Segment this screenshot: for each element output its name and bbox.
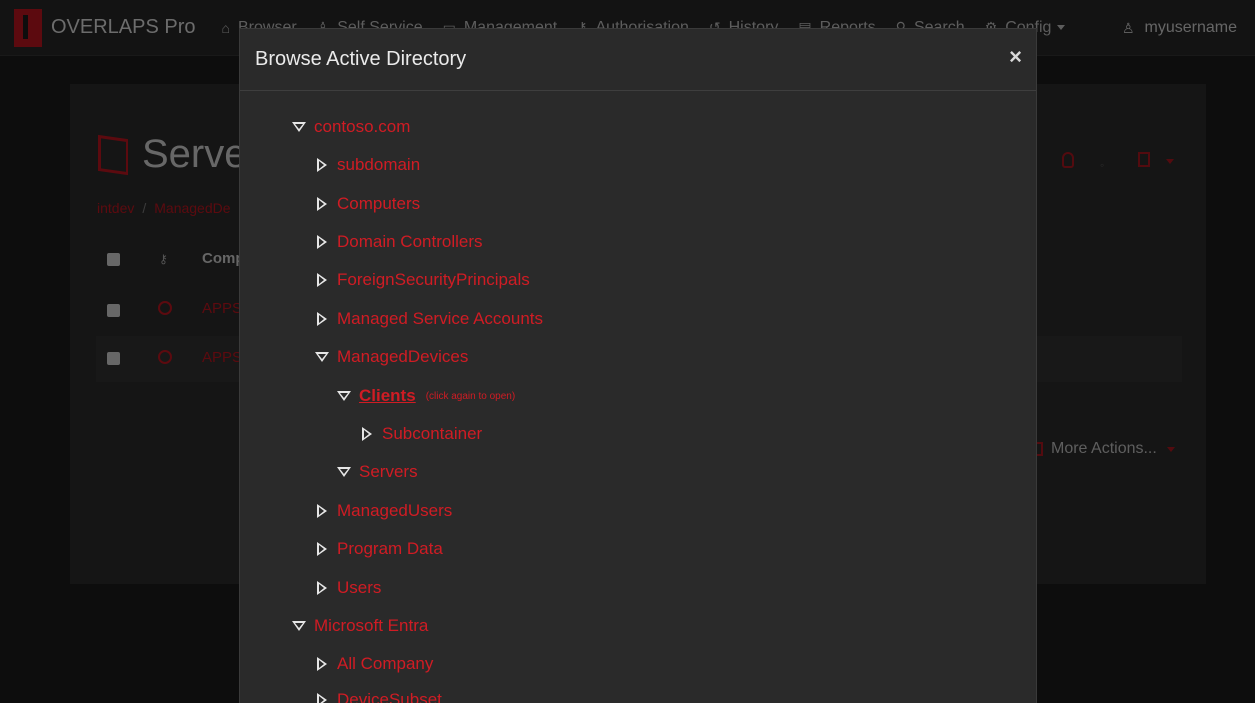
tree-node-label[interactable]: subdomain [337, 155, 420, 175]
caret-right-icon [317, 693, 327, 703]
caret-down-icon [292, 122, 306, 132]
tree-node-label[interactable]: DeviceSubset [337, 690, 442, 703]
tree-node-contoso[interactable]: contoso.com [292, 115, 410, 139]
tree-node-label[interactable]: Managed Service Accounts [337, 309, 543, 329]
caret-right-icon [317, 657, 327, 671]
tree-node-label[interactable]: contoso.com [314, 117, 410, 137]
caret-right-icon [317, 197, 327, 211]
caret-right-icon [317, 312, 327, 326]
tree-node-label[interactable]: ForeignSecurityPrincipals [337, 270, 530, 290]
expand-toggle-icon[interactable] [315, 197, 329, 211]
tree-node-foreign-security-principals[interactable]: ForeignSecurityPrincipals [315, 268, 530, 292]
tree-node-subcontainer[interactable]: Subcontainer [360, 422, 482, 446]
expand-toggle-icon[interactable] [315, 235, 329, 249]
caret-right-icon [317, 235, 327, 249]
expand-toggle-icon[interactable] [315, 657, 329, 671]
tree-node-servers[interactable]: Servers [337, 460, 418, 484]
expand-toggle-icon[interactable] [337, 465, 351, 479]
tree-node-label[interactable]: Computers [337, 194, 420, 214]
tree-node-managed-users[interactable]: ManagedUsers [315, 499, 452, 523]
caret-right-icon [317, 158, 327, 172]
tree-node-clients[interactable]: Clients (click again to open) [337, 384, 515, 408]
tree-node-label[interactable]: Microsoft Entra [314, 616, 428, 636]
expand-toggle-icon[interactable] [315, 504, 329, 518]
tree-node-managed-devices[interactable]: ManagedDevices [315, 345, 468, 369]
expand-toggle-icon[interactable] [292, 120, 306, 134]
tree-node-label[interactable]: ManagedUsers [337, 501, 452, 521]
expand-toggle-icon[interactable] [315, 542, 329, 556]
tree-node-label[interactable]: Users [337, 578, 381, 598]
tree-node-label-selected[interactable]: Clients [359, 386, 416, 406]
caret-down-icon [315, 352, 329, 362]
expand-toggle-icon[interactable] [337, 389, 351, 403]
tree-node-program-data[interactable]: Program Data [315, 537, 443, 561]
expand-toggle-icon[interactable] [315, 312, 329, 326]
tree-node-label[interactable]: Domain Controllers [337, 232, 483, 252]
tree-node-label[interactable]: Subcontainer [382, 424, 482, 444]
expand-toggle-icon[interactable] [315, 581, 329, 595]
tree-node-label[interactable]: All Company [337, 654, 433, 674]
caret-down-icon [292, 621, 306, 631]
selected-hint: (click again to open) [425, 390, 516, 402]
modal-header: Browse Active Directory × [240, 29, 1036, 91]
caret-down-icon [337, 467, 351, 477]
tree-node-computers[interactable]: Computers [315, 192, 420, 216]
caret-down-icon [337, 391, 351, 401]
tree-node-all-company[interactable]: All Company [315, 652, 433, 676]
tree-node-domain-controllers[interactable]: Domain Controllers [315, 230, 483, 254]
tree-node-microsoft-entra[interactable]: Microsoft Entra [292, 614, 428, 638]
expand-toggle-icon[interactable] [315, 158, 329, 172]
close-icon[interactable]: × [1009, 46, 1022, 68]
caret-right-icon [362, 427, 372, 441]
browse-ad-modal: Browse Active Directory × contoso.com su… [239, 28, 1037, 703]
caret-right-icon [317, 581, 327, 595]
expand-toggle-icon[interactable] [315, 350, 329, 364]
modal-title: Browse Active Directory [255, 48, 467, 70]
caret-right-icon [317, 504, 327, 518]
tree-node-label[interactable]: Program Data [337, 539, 443, 559]
expand-toggle-icon[interactable] [360, 427, 374, 441]
tree-node-label[interactable]: ManagedDevices [337, 347, 468, 367]
expand-toggle-icon[interactable] [315, 693, 329, 703]
tree-node-subdomain[interactable]: subdomain [315, 153, 420, 177]
caret-right-icon [317, 542, 327, 556]
tree-node-managed-service-accounts[interactable]: Managed Service Accounts [315, 307, 543, 331]
expand-toggle-icon[interactable] [292, 619, 306, 633]
tree-node-device-subset[interactable]: DeviceSubset [315, 688, 442, 703]
expand-toggle-icon[interactable] [315, 273, 329, 287]
caret-right-icon [317, 273, 327, 287]
tree-node-users[interactable]: Users [315, 576, 381, 600]
tree-node-label[interactable]: Servers [359, 462, 418, 482]
